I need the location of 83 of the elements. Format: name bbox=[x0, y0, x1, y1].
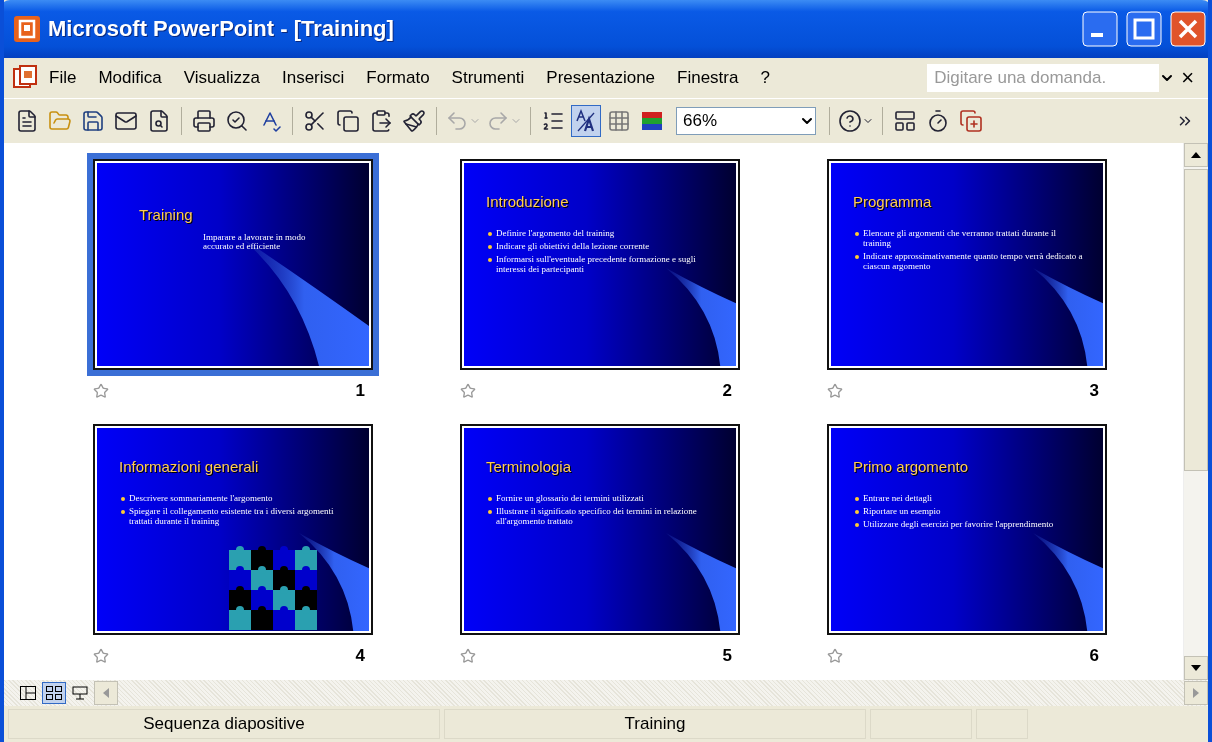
slide-frame[interactable]: Training Imparare a lavorare in modo accurato ed efficiente bbox=[87, 153, 379, 376]
slide-bullet: Indicare approssimativamente quanto tempo verrà dedicato a ciascun argomento bbox=[855, 251, 1085, 272]
slide-bullet: Definire l'argomento del training bbox=[488, 229, 718, 239]
slide-bullet: Entrare nei dettagli bbox=[855, 494, 1085, 504]
zoom-combo[interactable]: 66% bbox=[676, 107, 816, 135]
page-icon bbox=[15, 109, 39, 133]
slide-bullet: Fornire un glossario dei termini utilizzati bbox=[488, 494, 718, 504]
slide-title: Terminologia bbox=[486, 458, 572, 475]
close-document-button[interactable]: × bbox=[1175, 65, 1200, 91]
undo-icon bbox=[445, 109, 469, 133]
scroll-down-button[interactable] bbox=[1184, 656, 1208, 680]
duplicate-icon bbox=[959, 109, 983, 133]
transition-star-icon bbox=[827, 648, 843, 664]
status-design-name: Training bbox=[444, 709, 866, 739]
transition-star-icon bbox=[827, 383, 843, 399]
slide-subtitle: Imparare a lavorare in modo accurato ed efficiente bbox=[203, 233, 307, 252]
clipboard-icon bbox=[369, 109, 393, 133]
right-arrow-icon bbox=[1193, 688, 1199, 698]
down-arrow-icon bbox=[1191, 665, 1201, 671]
scroll-thumb[interactable] bbox=[1184, 169, 1208, 471]
paintbrush-icon bbox=[402, 109, 426, 133]
menu-item[interactable]: Strumenti bbox=[440, 64, 536, 92]
show-formatting-button[interactable] bbox=[571, 105, 601, 137]
menu-item[interactable]: Formato bbox=[355, 64, 441, 92]
slide-title: Training bbox=[139, 206, 193, 223]
menu-item[interactable]: ? bbox=[749, 64, 781, 92]
stopwatch-icon bbox=[926, 109, 950, 133]
grid-view-icon bbox=[46, 686, 62, 700]
normal-view-icon bbox=[20, 686, 36, 700]
printer-icon bbox=[192, 109, 216, 133]
slide-number: 3 bbox=[1089, 381, 1099, 401]
menu-item[interactable]: Visualizza bbox=[172, 64, 271, 92]
envelope-icon bbox=[114, 109, 138, 133]
slide-bullet: Descrivere sommariamente l'argomento bbox=[121, 494, 351, 504]
slide-bullet: Spiegare il collegamento esistente tra i diversi argomenti trattati durante il training bbox=[121, 506, 351, 527]
transition-star-icon bbox=[93, 383, 109, 399]
slide-number: 4 bbox=[355, 646, 365, 666]
document-icon[interactable] bbox=[12, 65, 38, 91]
scroll-up-button[interactable] bbox=[1184, 143, 1208, 167]
transition-star-icon bbox=[460, 648, 476, 664]
transition-star-icon bbox=[93, 648, 109, 664]
window-title: Microsoft PowerPoint - [Training] bbox=[48, 16, 395, 42]
up-arrow-icon bbox=[1191, 152, 1201, 158]
slide-bullet: Informarsi sull'eventuale precedente formazione e sugli interessi dei partecipanti bbox=[488, 254, 718, 275]
layout-icon bbox=[893, 109, 917, 133]
app-icon bbox=[14, 16, 40, 42]
redo-icon bbox=[486, 109, 510, 133]
status-view-name: Sequenza diapositive bbox=[8, 709, 440, 739]
slide-bullet: Elencare gli argomenti che verranno trattati durante il training bbox=[855, 229, 1085, 249]
slide-bullet: Illustrare il significato specifico dei termini in relazione all'argomento trattato bbox=[488, 506, 718, 527]
transition-star-icon bbox=[460, 383, 476, 399]
close-button[interactable] bbox=[1170, 11, 1206, 47]
minimize-button[interactable] bbox=[1082, 11, 1118, 47]
left-arrow-icon bbox=[103, 688, 109, 698]
menu-item[interactable]: Finestra bbox=[666, 64, 750, 92]
search-icon bbox=[147, 109, 171, 133]
slide-bullet: Indicare gli obiettivi della lezione corrente bbox=[488, 241, 718, 252]
menu-item[interactable]: Inserisci bbox=[270, 64, 356, 92]
menu-item[interactable]: File bbox=[38, 64, 88, 92]
help-question-field[interactable]: Digitare una domanda. bbox=[927, 64, 1160, 92]
slide-title: Primo argomento bbox=[853, 458, 969, 475]
help-icon bbox=[838, 109, 862, 133]
slide-number: 5 bbox=[722, 646, 732, 666]
numbered-list-icon bbox=[541, 109, 565, 133]
color-bars-icon bbox=[640, 109, 664, 133]
slide-title: Introduzione bbox=[486, 193, 569, 210]
scissors-icon bbox=[303, 109, 327, 133]
slide-number: 1 bbox=[355, 381, 365, 401]
slide-number: 2 bbox=[722, 381, 732, 401]
copy-icon bbox=[336, 109, 360, 133]
magnifier-icon bbox=[225, 109, 249, 133]
slide-bullet: Utilizzare degli esercizi per favorire l'apprendimento bbox=[855, 519, 1085, 530]
view-button[interactable] bbox=[42, 682, 66, 704]
slide-bullet: Riportare un esempio bbox=[855, 506, 1085, 517]
projector-icon bbox=[72, 686, 88, 700]
maximize-button[interactable] bbox=[1126, 11, 1162, 47]
slide-number: 6 bbox=[1089, 646, 1099, 666]
folder-icon bbox=[48, 109, 72, 133]
slide-title: Informazioni generali bbox=[119, 458, 259, 475]
menu-item[interactable]: Modifica bbox=[87, 64, 173, 92]
grid-icon bbox=[607, 109, 631, 133]
slide-title: Programma bbox=[853, 193, 932, 210]
menu-item[interactable]: Presentazione bbox=[535, 64, 667, 92]
